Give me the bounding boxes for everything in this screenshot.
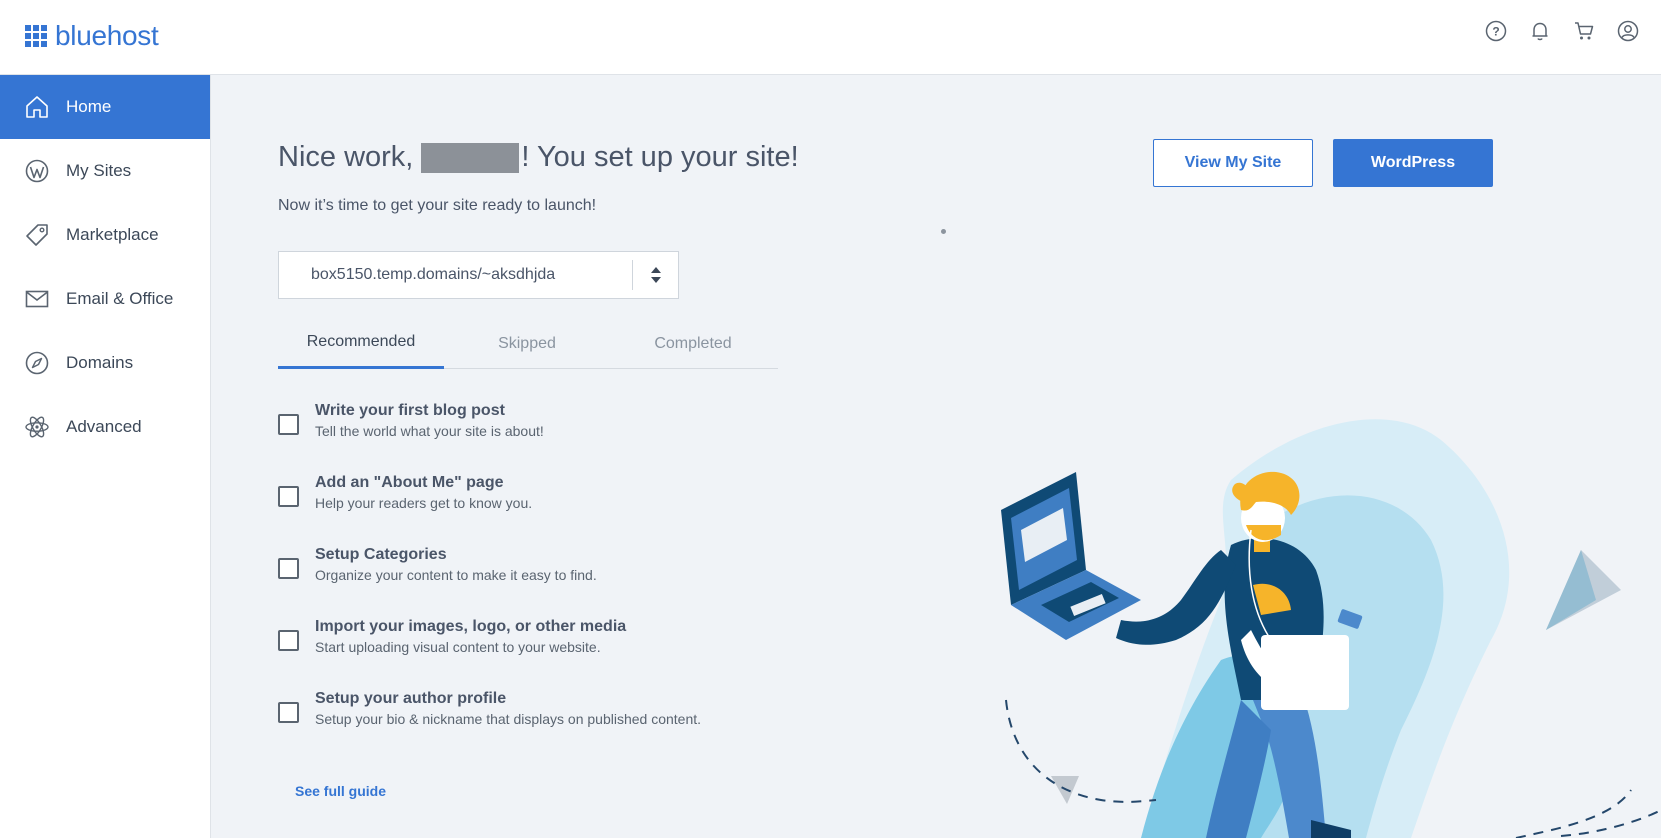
task-checkbox[interactable] — [278, 702, 299, 723]
cart-icon[interactable] — [1573, 20, 1595, 42]
page-subtitle: Now it’s time to get your site ready to … — [278, 197, 597, 214]
task-title[interactable]: Add an "About Me" page — [315, 474, 504, 492]
svg-text:?: ? — [1492, 25, 1499, 39]
redacted-username — [421, 142, 520, 173]
task-description: Help your readers get to know you. — [315, 495, 533, 511]
bluehost-logo[interactable]: bluehost — [25, 20, 159, 52]
sidebar-item-home[interactable]: Home — [0, 75, 210, 139]
task-checkbox[interactable] — [278, 630, 299, 651]
sidebar-item-domains[interactable]: Domains — [0, 331, 210, 395]
sidebar-nav: Home My Sites Marketplace Email & Office… — [0, 75, 211, 838]
sidebar-item-my-sites[interactable]: My Sites — [0, 139, 210, 203]
task-description: Setup your bio & nickname that displays … — [315, 711, 702, 727]
sidebar-item-label: Email & Office — [66, 289, 174, 308]
task-title[interactable]: Import your images, logo, or other media — [315, 618, 626, 636]
sidebar-item-label: My Sites — [66, 161, 132, 180]
grid-logo-icon — [25, 25, 47, 47]
list-item: Import your images, logo, or other media… — [278, 618, 798, 668]
task-description: Tell the world what your site is about! — [315, 423, 544, 439]
task-title[interactable]: Write your first blog post — [315, 402, 505, 420]
tag-icon — [24, 222, 50, 248]
sidebar-item-marketplace[interactable]: Marketplace — [0, 203, 210, 267]
main-content: Nice work, ! You set up your site! Now i… — [211, 75, 1661, 838]
sidebar-item-email-office[interactable]: Email & Office — [0, 267, 210, 331]
title-suffix: ! You set up your site! — [521, 141, 799, 173]
bell-icon[interactable] — [1529, 20, 1551, 42]
list-item: Add an "About Me" page Help your readers… — [278, 474, 798, 524]
task-title[interactable]: Setup your author profile — [315, 690, 506, 708]
sidebar-item-label: Advanced — [66, 417, 142, 436]
wordpress-button[interactable]: WordPress — [1333, 139, 1493, 187]
sidebar-item-advanced[interactable]: Advanced — [0, 395, 210, 459]
sort-arrows-icon — [632, 260, 678, 290]
home-icon — [24, 94, 50, 120]
atom-icon — [24, 414, 50, 440]
logo-text: bluehost — [55, 20, 159, 51]
sidebar-item-label: Home — [66, 97, 112, 116]
list-item: Setup your author profile Setup your bio… — [278, 690, 798, 740]
tab-skipped[interactable]: Skipped — [444, 318, 610, 369]
task-checkbox[interactable] — [278, 414, 299, 435]
task-title[interactable]: Setup Categories — [315, 546, 447, 564]
view-my-site-button[interactable]: View My Site — [1153, 139, 1313, 187]
task-checkbox[interactable] — [278, 486, 299, 507]
header-icons: ? — [1485, 20, 1639, 42]
see-full-guide-link[interactable]: See full guide — [295, 783, 386, 799]
tab-recommended[interactable]: Recommended — [278, 318, 444, 369]
task-description: Start uploading visual content to your w… — [315, 639, 601, 655]
wordpress-icon — [24, 158, 50, 184]
site-selector[interactable]: box5150.temp.domains/~aksdhjda — [278, 251, 679, 299]
decorative-dot — [941, 229, 946, 234]
compass-icon — [24, 350, 50, 376]
envelope-icon — [24, 286, 50, 312]
sidebar-item-label: Domains — [66, 353, 134, 372]
sidebar-item-label: Marketplace — [66, 225, 159, 244]
user-icon[interactable] — [1617, 20, 1639, 42]
page-title: Nice work, ! You set up your site! — [278, 141, 799, 174]
help-icon[interactable]: ? — [1485, 20, 1507, 42]
person-with-laptop-illustration — [1001, 419, 1661, 838]
title-prefix: Nice work, — [278, 141, 414, 173]
task-description: Organize your content to make it easy to… — [315, 567, 597, 583]
site-selector-value: box5150.temp.domains/~aksdhjda — [311, 266, 556, 283]
top-header: bluehost ? — [0, 0, 1661, 75]
tab-completed[interactable]: Completed — [610, 318, 776, 369]
task-checkbox[interactable] — [278, 558, 299, 579]
list-item: Setup Categories Organize your content t… — [278, 546, 798, 596]
list-item: Write your first blog post Tell the worl… — [278, 402, 798, 452]
task-tabs: Recommended Skipped Completed — [278, 318, 778, 369]
